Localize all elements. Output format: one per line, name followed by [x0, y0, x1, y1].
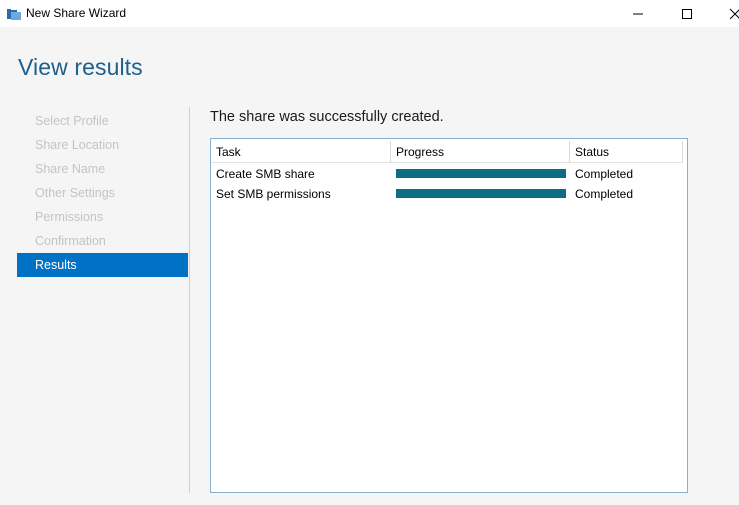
wizard-steps-nav: Select Profile Share Location Share Name… — [17, 109, 188, 277]
close-icon — [729, 8, 739, 19]
step-share-location: Share Location — [35, 138, 120, 152]
column-header-status[interactable]: Status — [570, 141, 683, 163]
minimize-button[interactable] — [615, 0, 661, 27]
maximize-button[interactable] — [664, 0, 710, 27]
window-title: New Share Wizard — [26, 6, 127, 20]
step-results[interactable]: Results — [17, 253, 188, 277]
results-table[interactable]: Task Progress Status Create SMB share Co… — [210, 138, 688, 493]
table-header: Task Progress Status — [211, 141, 683, 163]
close-button[interactable] — [712, 0, 739, 27]
maximize-icon — [682, 8, 692, 19]
progress-bar — [396, 189, 566, 198]
step-permissions: Permissions — [35, 210, 104, 224]
column-header-task[interactable]: Task — [211, 141, 391, 163]
task-cell: Create SMB share — [216, 167, 315, 181]
column-header-progress[interactable]: Progress — [391, 141, 570, 163]
status-cell: Completed — [575, 167, 634, 181]
progress-bar — [396, 169, 566, 178]
progress-fill — [396, 189, 566, 198]
step-confirmation: Confirmation — [35, 234, 106, 248]
progress-fill — [396, 169, 566, 178]
status-cell: Completed — [575, 187, 634, 201]
title-bar: New Share Wizard — [0, 0, 739, 27]
step-other-settings: Other Settings — [35, 186, 115, 200]
table-row[interactable]: Set SMB permissions Completed — [211, 184, 687, 204]
minimize-icon — [633, 13, 643, 14]
wizard-content: View results Select Profile Share Locati… — [0, 27, 739, 505]
share-folder-icon — [7, 9, 21, 20]
nav-divider — [189, 107, 190, 493]
page-title: View results — [18, 54, 143, 80]
result-message: The share was successfully created. — [210, 109, 444, 125]
step-select-profile: Select Profile — [35, 114, 109, 128]
task-cell: Set SMB permissions — [216, 187, 331, 201]
step-share-name: Share Name — [35, 162, 106, 176]
table-row[interactable]: Create SMB share Completed — [211, 164, 687, 184]
